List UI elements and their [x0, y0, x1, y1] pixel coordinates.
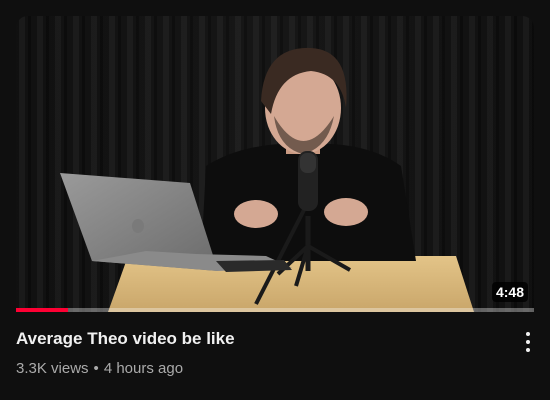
video-metadata: 3.3K views • 4 hours ago — [16, 358, 510, 380]
video-card: 4:48 Average Theo video be like 3.3K vie… — [0, 0, 550, 400]
video-thumbnail[interactable]: 4:48 — [16, 16, 534, 312]
video-title[interactable]: Average Theo video be like — [16, 326, 510, 352]
more-actions-button[interactable] — [516, 328, 540, 356]
video-details: Average Theo video be like 3.3K views • 4 … — [16, 326, 510, 380]
duration-badge: 4:48 — [491, 282, 528, 302]
watch-progress-bar — [16, 308, 534, 312]
upload-age: 4 hours ago — [103, 360, 184, 377]
view-count: 3.3K views — [16, 360, 89, 377]
metadata-separator: • — [93, 360, 99, 377]
watch-progress-fill — [16, 308, 68, 312]
thumbnail-image — [16, 16, 534, 312]
